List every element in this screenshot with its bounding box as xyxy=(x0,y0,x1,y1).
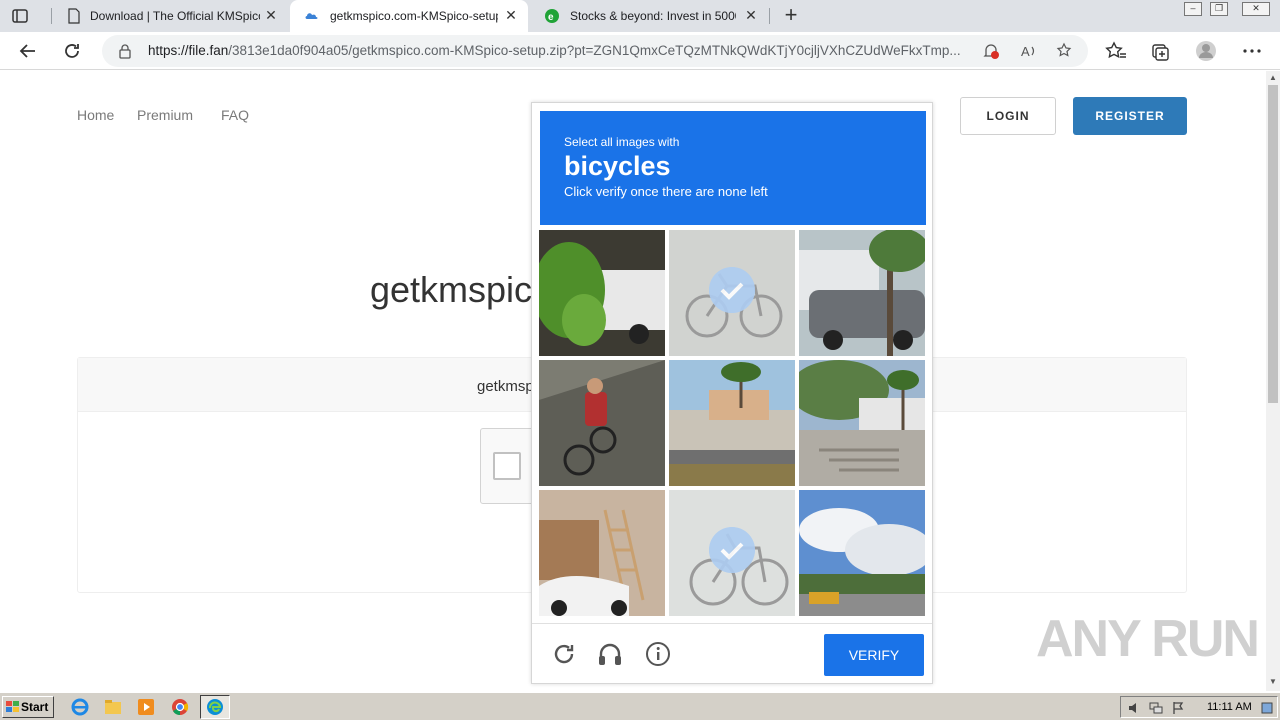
collections-icon[interactable] xyxy=(1149,40,1171,62)
captcha-tile[interactable] xyxy=(539,490,665,616)
tab-getkmspico-setup[interactable]: getkmspico.com-KMSpico-setup ✕ xyxy=(290,0,528,32)
close-tab-icon[interactable]: ✕ xyxy=(264,8,278,22)
edge-taskbar-button[interactable] xyxy=(200,695,230,719)
new-tab-button[interactable]: + xyxy=(780,4,802,27)
nav-faq[interactable]: FAQ xyxy=(221,107,249,123)
url-path: /3813e1da0f904a05/getkmspico.com-KMSpico… xyxy=(228,43,961,58)
tab-title: getkmspico.com-KMSpico-setup xyxy=(330,9,498,23)
challenge-image-grid xyxy=(539,230,927,618)
network-icon[interactable] xyxy=(1149,701,1163,715)
close-tab-icon[interactable]: ✕ xyxy=(504,8,518,22)
challenge-instruction: Select all images with xyxy=(564,135,680,149)
close-window-button[interactable]: ✕ xyxy=(1242,2,1270,16)
media-player-icon[interactable] xyxy=(136,697,156,717)
start-label: Start xyxy=(21,700,49,714)
tab-actions-icon[interactable] xyxy=(10,7,30,25)
scrollbar-thumb[interactable] xyxy=(1268,85,1278,403)
restore-button[interactable]: ❐ xyxy=(1210,2,1228,16)
page-scrollbar[interactable]: ▲ ▼ xyxy=(1266,71,1280,691)
captcha-tile[interactable] xyxy=(799,360,925,486)
captcha-tile[interactable] xyxy=(799,490,925,616)
address-bar[interactable]: https://file.fan/3813e1da0f904a05/getkms… xyxy=(102,35,1088,67)
explorer-icon[interactable] xyxy=(103,697,123,717)
captcha-tile[interactable] xyxy=(669,360,795,486)
anyrun-watermark: ANY RUN xyxy=(1036,610,1260,668)
tab-kmspico-download[interactable]: Download | The Official KMSpico ✕ xyxy=(54,0,288,32)
register-button[interactable]: REGISTER xyxy=(1073,97,1187,135)
card-title: getkmsp xyxy=(477,378,534,395)
svg-text:A: A xyxy=(1021,44,1030,59)
selected-check-icon xyxy=(709,267,755,313)
scroll-down-icon[interactable]: ▼ xyxy=(1269,677,1277,686)
challenge-footer: VERIFY xyxy=(532,623,932,683)
ie-icon[interactable] xyxy=(70,697,90,717)
add-favorite-icon[interactable] xyxy=(1056,42,1074,60)
system-tray: 11:11 AM xyxy=(1120,696,1278,718)
url-text: https://file.fan/3813e1da0f904a05/getkms… xyxy=(148,43,978,58)
profile-avatar-icon[interactable] xyxy=(1195,40,1217,62)
challenge-hint: Click verify once there are none left xyxy=(564,184,768,199)
captcha-tile[interactable] xyxy=(799,230,925,356)
info-icon[interactable] xyxy=(644,640,672,668)
tab-title: Download | The Official KMSpico xyxy=(90,9,260,23)
captcha-tile[interactable] xyxy=(539,230,665,356)
lock-icon[interactable] xyxy=(118,43,132,59)
close-tab-icon[interactable]: ✕ xyxy=(744,8,758,22)
read-aloud-icon[interactable]: A xyxy=(1020,42,1038,60)
page-icon xyxy=(68,8,80,24)
windows-taskbar: Start 11:11 AM xyxy=(0,692,1280,720)
windows-logo-icon xyxy=(6,701,19,712)
more-options-icon[interactable] xyxy=(1241,40,1263,62)
tab-bar: Download | The Official KMSpico ✕ getkms… xyxy=(0,0,1280,32)
challenge-target: bicycles xyxy=(564,151,671,181)
tab-title: Stocks & beyond: Invest in 5000 xyxy=(570,9,736,23)
show-desktop-icon[interactable] xyxy=(1261,701,1273,715)
nav-home[interactable]: Home xyxy=(77,107,114,123)
blocked-notification-icon[interactable] xyxy=(982,42,1000,60)
captcha-tile[interactable] xyxy=(539,360,665,486)
captcha-checkbox[interactable] xyxy=(493,452,521,480)
captcha-tile[interactable] xyxy=(669,490,795,616)
audio-challenge-icon[interactable] xyxy=(596,640,624,668)
favorites-icon[interactable] xyxy=(1105,40,1127,62)
refresh-icon[interactable] xyxy=(61,40,83,62)
svg-text:e: e xyxy=(548,12,554,23)
action-center-flag-icon[interactable] xyxy=(1171,701,1185,715)
verify-button[interactable]: VERIFY xyxy=(824,634,924,676)
edge-icon xyxy=(207,699,223,715)
page-title: getkmspico xyxy=(370,269,553,310)
captcha-tile[interactable] xyxy=(669,230,795,356)
chrome-icon[interactable] xyxy=(170,697,190,717)
back-arrow-icon[interactable] xyxy=(17,40,39,62)
captcha-challenge: Select all images with bicycles Click ve… xyxy=(531,102,933,684)
volume-icon[interactable] xyxy=(1127,701,1141,715)
nav-premium[interactable]: Premium xyxy=(137,107,193,123)
browser-toolbar: https://file.fan/3813e1da0f904a05/getkms… xyxy=(0,32,1280,70)
etoro-icon: e xyxy=(545,9,559,23)
selected-check-icon xyxy=(709,527,755,573)
refresh-challenge-icon[interactable] xyxy=(550,640,578,668)
url-domain: https://file.fan xyxy=(148,43,229,58)
challenge-header: Select all images with bicycles Click ve… xyxy=(540,111,926,225)
start-button[interactable]: Start xyxy=(2,696,54,718)
scroll-up-icon[interactable]: ▲ xyxy=(1269,73,1277,82)
tab-etoro[interactable]: e Stocks & beyond: Invest in 5000 ✕ xyxy=(530,0,768,32)
cloud-icon xyxy=(305,13,318,19)
taskbar-clock[interactable]: 11:11 AM xyxy=(1207,701,1252,713)
login-button[interactable]: LOGIN xyxy=(960,97,1056,135)
minimize-button[interactable]: – xyxy=(1184,2,1202,16)
